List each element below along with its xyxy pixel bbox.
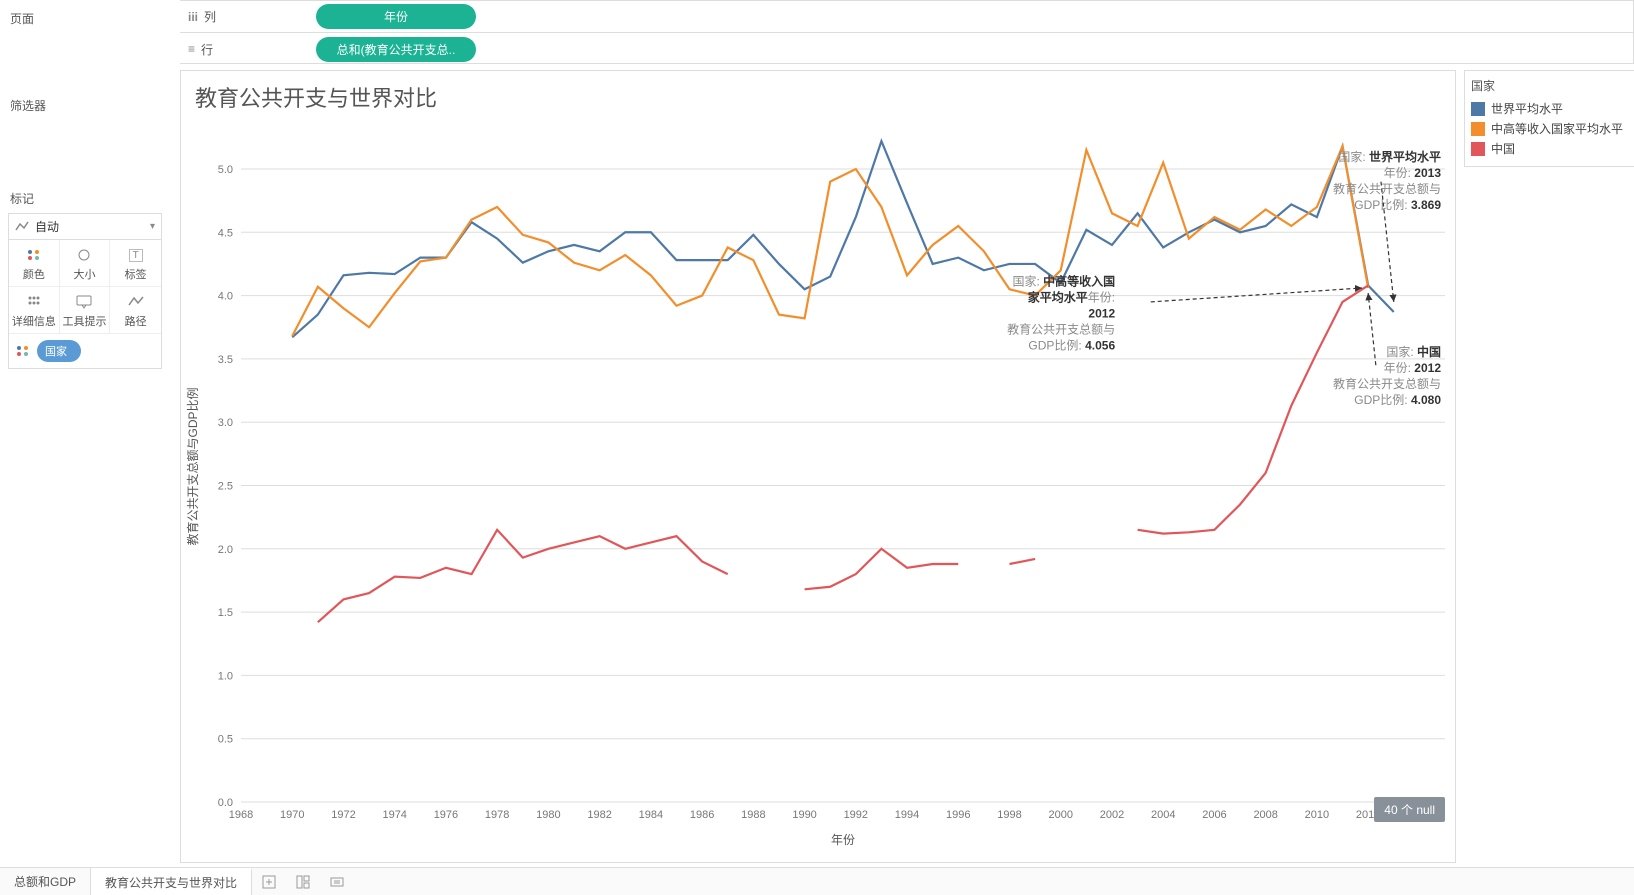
rows-icon: ≡: [188, 42, 195, 56]
chart-viewport[interactable]: 教育公共开支与世界对比 0.00.51.01.52.02.53.03.54.04…: [180, 70, 1456, 863]
svg-text:2.0: 2.0: [218, 544, 233, 556]
svg-text:教育公共开支总额与GDP比例: 教育公共开支总额与GDP比例: [185, 387, 200, 545]
null-indicator[interactable]: 40 个 null: [1374, 797, 1445, 822]
tab-sheet-1[interactable]: 总额和GDP: [0, 868, 91, 895]
new-worksheet-icon[interactable]: [252, 868, 286, 895]
svg-text:1.0: 1.0: [218, 670, 233, 682]
line-chart[interactable]: 0.0 0.5 1.0 1.5 2.0 2.5 3.0 3.5 4.0 4.5 5.0 1968 197…: [181, 71, 1455, 862]
svg-text:2002: 2002: [1100, 809, 1124, 821]
svg-text:GDP比例: 4.056: GDP比例: 4.056: [1028, 339, 1115, 353]
shelves: iii列 年份 ≡行 总和(教育公共开支总..: [180, 0, 1634, 64]
svg-text:4.0: 4.0: [218, 291, 233, 303]
marks-cell-颜色[interactable]: 颜色: [9, 240, 60, 287]
chevron-down-icon: ▾: [150, 221, 155, 232]
svg-text:2004: 2004: [1151, 809, 1175, 821]
color-legend: 国家 世界平均水平中高等收入国家平均水平中国: [1464, 70, 1634, 167]
svg-text:国家: 世界平均水平: 国家: 世界平均水平: [1338, 149, 1441, 164]
legend-item[interactable]: 中高等收入国家平均水平: [1471, 120, 1628, 137]
marks-cell-标签[interactable]: T标签: [110, 240, 161, 287]
svg-text:0.0: 0.0: [218, 797, 233, 809]
svg-text:年份: 2012: 年份: 2012: [1384, 361, 1442, 375]
marks-cell-详细信息[interactable]: 详细信息: [9, 287, 60, 334]
pages-panel-title: 页面: [8, 0, 162, 33]
color-pill-country[interactable]: 国家: [37, 340, 81, 362]
svg-text:1974: 1974: [382, 809, 406, 821]
svg-text:2.5: 2.5: [218, 480, 233, 492]
columns-icon: iii: [188, 10, 198, 24]
color-legend-icon: [17, 346, 29, 356]
svg-text:3.0: 3.0: [218, 417, 233, 429]
legend-item[interactable]: 世界平均水平: [1471, 100, 1628, 117]
svg-text:1976: 1976: [434, 809, 458, 821]
marks-card: 自动 ▾ 颜色大小T标签详细信息工具提示路径 国家: [8, 213, 162, 369]
svg-text:教育公共开支总额与: 教育公共开支总额与: [1333, 376, 1441, 391]
svg-text:1986: 1986: [690, 809, 714, 821]
svg-text:家平均水平年份:: 家平均水平年份:: [1028, 290, 1115, 305]
rows-shelf[interactable]: ≡行 总和(教育公共开支总..: [180, 33, 1633, 65]
svg-text:0.5: 0.5: [218, 734, 233, 746]
svg-text:1984: 1984: [639, 809, 663, 821]
svg-text:2000: 2000: [1049, 809, 1073, 821]
svg-text:1992: 1992: [844, 809, 868, 821]
svg-text:2008: 2008: [1253, 809, 1277, 821]
svg-text:3.5: 3.5: [218, 354, 233, 366]
svg-text:教育公共开支总额与: 教育公共开支总额与: [1333, 181, 1441, 196]
line-icon: [15, 220, 29, 234]
svg-text:GDP比例: 3.869: GDP比例: 3.869: [1354, 198, 1441, 212]
svg-text:1.5: 1.5: [218, 607, 233, 619]
legend-title: 国家: [1471, 77, 1628, 94]
svg-text:1996: 1996: [946, 809, 970, 821]
svg-text:2012: 2012: [1088, 307, 1115, 321]
svg-text:1978: 1978: [485, 809, 509, 821]
svg-text:2006: 2006: [1202, 809, 1226, 821]
svg-text:年份: 年份: [831, 833, 855, 847]
columns-pill-year[interactable]: 年份: [316, 4, 476, 29]
svg-text:年份: 2013: 年份: 2013: [1384, 166, 1442, 180]
marks-cell-大小[interactable]: 大小: [60, 240, 111, 287]
tab-sheet-2[interactable]: 教育公共开支与世界对比: [91, 868, 252, 895]
sheet-tabbar: 总额和GDP 教育公共开支与世界对比: [0, 867, 1634, 895]
svg-text:1988: 1988: [741, 809, 765, 821]
new-story-icon[interactable]: [320, 868, 354, 895]
marks-cell-路径[interactable]: 路径: [110, 287, 161, 334]
svg-text:1970: 1970: [280, 809, 304, 821]
svg-text:国家: 中高等收入国: 国家: 中高等收入国: [1012, 274, 1115, 289]
svg-text:1994: 1994: [895, 809, 919, 821]
svg-text:4.5: 4.5: [218, 227, 233, 239]
svg-text:2010: 2010: [1305, 809, 1329, 821]
marks-type-dropdown[interactable]: 自动 ▾: [9, 214, 161, 240]
svg-text:5.0: 5.0: [218, 164, 233, 176]
filters-panel-title: 筛选器: [8, 87, 162, 120]
new-dashboard-icon[interactable]: [286, 868, 320, 895]
svg-text:1990: 1990: [792, 809, 816, 821]
rows-pill-measure[interactable]: 总和(教育公共开支总..: [316, 37, 476, 62]
svg-text:教育公共开支总额与: 教育公共开支总额与: [1007, 322, 1115, 337]
svg-text:1968: 1968: [229, 809, 253, 821]
marks-panel-title: 标记: [8, 180, 162, 213]
svg-text:国家: 中国: 国家: 中国: [1386, 344, 1441, 359]
svg-text:1972: 1972: [331, 809, 355, 821]
svg-text:1998: 1998: [997, 809, 1021, 821]
marks-cell-工具提示[interactable]: 工具提示: [60, 287, 111, 334]
svg-text:1982: 1982: [587, 809, 611, 821]
svg-text:GDP比例: 4.080: GDP比例: 4.080: [1354, 393, 1441, 407]
svg-text:1980: 1980: [536, 809, 560, 821]
columns-shelf[interactable]: iii列 年份: [180, 1, 1633, 33]
legend-item[interactable]: 中国: [1471, 140, 1628, 157]
